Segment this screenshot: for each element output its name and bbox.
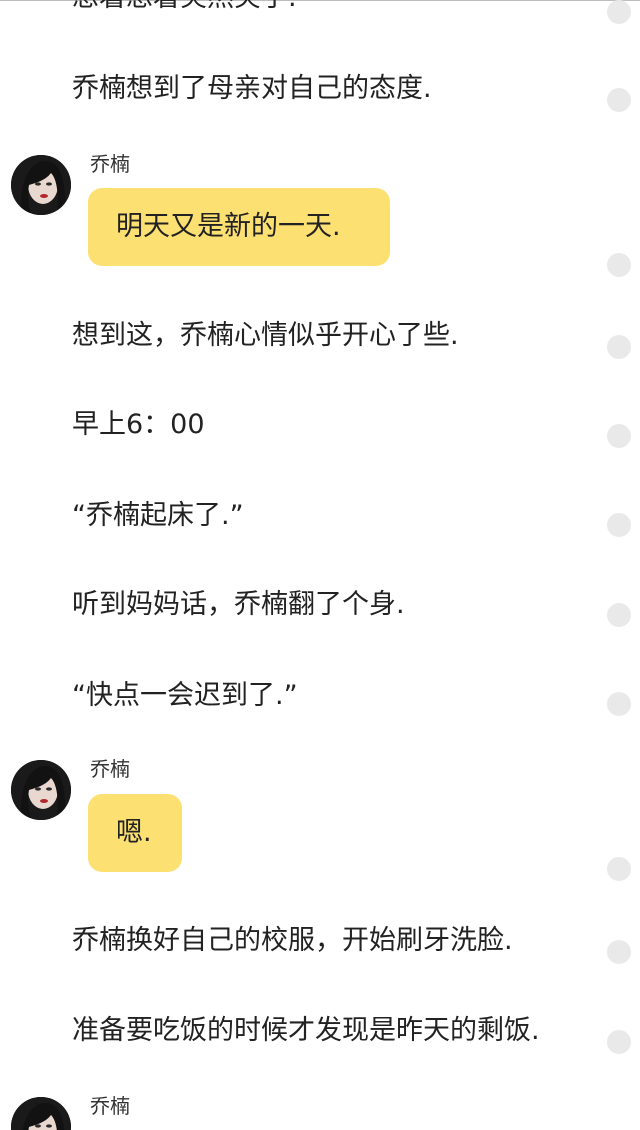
avatar-icon[interactable] [11,1097,71,1130]
narration-line-7: 乔楠换好自己的校服，开始刷牙洗脸. [72,925,513,956]
comment-dot-icon[interactable] [607,1030,631,1054]
character-avatar-icon [11,155,71,215]
comment-dot-icon[interactable] [607,692,631,716]
comment-dot-icon[interactable] [607,253,631,277]
comment-dot-icon[interactable] [607,88,631,112]
message-bubble[interactable]: 明天又是新的一天. [88,188,390,266]
comment-dot-icon[interactable] [607,513,631,537]
message-bubble[interactable]: 嗯. [88,794,182,872]
narration-line-3: 早上6：00 [72,409,205,440]
narration-line-5: 听到妈妈话，乔楠翻了个身. [72,589,405,620]
comment-dot-icon[interactable] [607,940,631,964]
speaker-name: 乔楠 [90,1094,130,1118]
avatar-icon[interactable] [11,155,71,215]
comment-dot-icon[interactable] [607,424,631,448]
narration-line-8: 准备要吃饭的时候才发现是昨天的剩饭. [72,1015,540,1046]
speaker-name: 乔楠 [90,757,130,781]
speaker-name: 乔楠 [90,152,130,176]
narration-line-6: “快点一会迟到了.” [72,680,298,711]
narration-line-4: “乔楠起床了.” [72,500,244,531]
character-avatar-icon [11,1097,71,1130]
avatar-icon[interactable] [11,760,71,820]
comment-dot-icon[interactable] [607,603,631,627]
comment-dot-icon[interactable] [607,857,631,881]
narration-line-2: 想到这，乔楠心情似乎开心了些. [72,320,459,351]
comment-dot-icon[interactable] [607,0,631,24]
comment-dot-icon[interactable] [607,335,631,359]
character-avatar-icon [11,760,71,820]
narration-line-1: 乔楠想到了母亲对自己的态度. [72,73,432,104]
narration-line-0: 想着想着突然笑了. [72,0,297,18]
